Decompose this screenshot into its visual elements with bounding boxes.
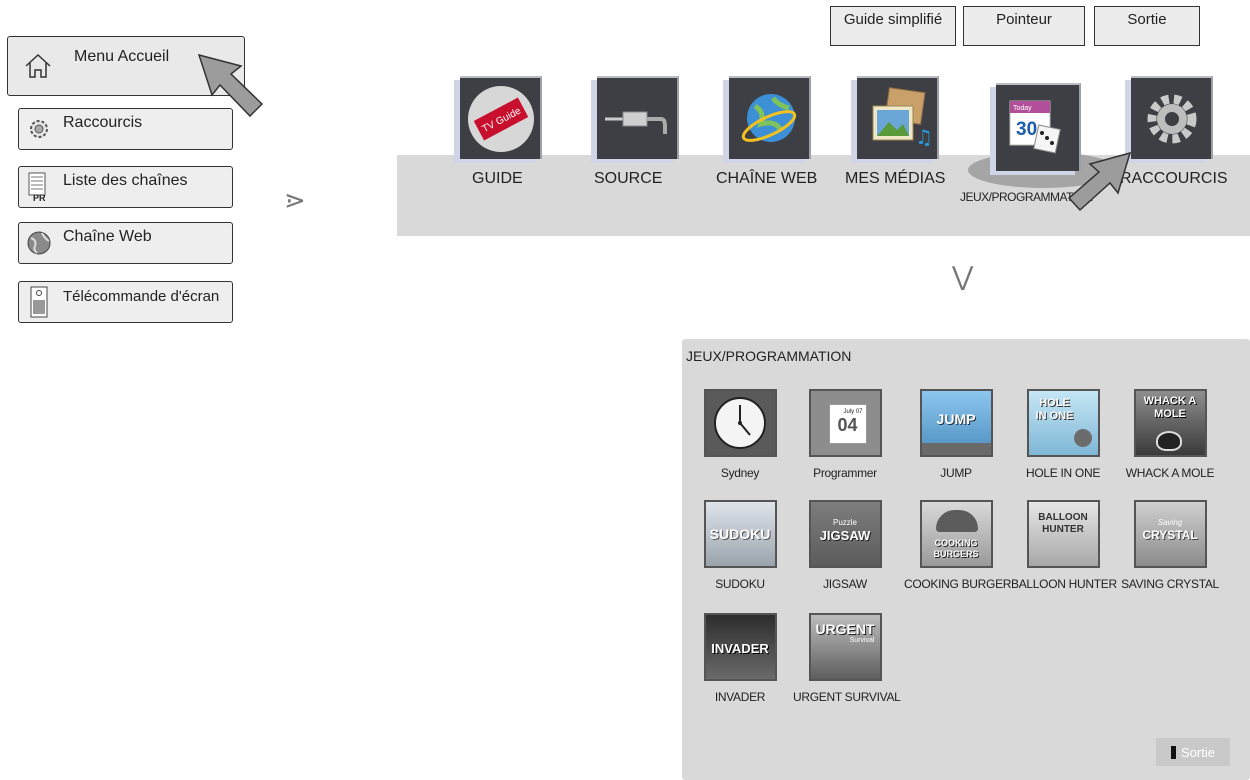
calendar-icon: July 07 04	[808, 389, 882, 457]
globe-icon	[741, 94, 797, 142]
game-label-invader: INVADER	[714, 690, 766, 704]
jigsaw-thumbnail: Puzzle JIGSAW	[808, 500, 882, 568]
game-label-hole-in-one: HOLE IN ONE	[1025, 466, 1101, 480]
game-label-sydney: Sydney	[720, 466, 760, 480]
game-jigsaw[interactable]: Puzzle JIGSAW JIGSAW	[793, 500, 897, 591]
hole-in-one-thumbnail: HOLE IN ONE	[1026, 389, 1100, 457]
menu-accueil-label: Menu Accueil	[74, 48, 170, 65]
menu-item-raccourcis-label: Raccourcis	[63, 114, 143, 131]
pointer-cursor-icon	[197, 53, 264, 118]
exit-door-icon	[1171, 745, 1177, 759]
game-sudoku[interactable]: SUDOKU SUDOKU	[688, 500, 792, 591]
menu-item-chaine-web[interactable]: Chaîne Web	[18, 222, 233, 264]
channel-list-icon: PR	[19, 172, 59, 202]
game-label-jigsaw: JIGSAW	[823, 577, 867, 591]
tv-guide-icon: TV Guide	[468, 86, 534, 152]
gear-icon	[1147, 94, 1197, 144]
menu-item-telecommande[interactable]: Télécommande d'écran	[18, 281, 233, 323]
saving-crystal-thumbnail: Saving CRYSTAL	[1133, 500, 1207, 568]
globe-icon	[19, 229, 59, 257]
urgent-survival-thumbnail: URGENT Survival	[808, 613, 882, 681]
balloon-hunter-thumbnail: BALLOON HUNTER	[1026, 500, 1100, 568]
home-icon	[8, 53, 68, 79]
svg-text:30: 30	[1016, 119, 1037, 140]
tile-chaine-web[interactable]	[729, 76, 811, 159]
cable-plug-icon	[605, 111, 667, 134]
game-jump[interactable]: JUMP JUMP	[904, 389, 1008, 480]
tile-guide[interactable]: TV Guide	[460, 76, 542, 159]
tile-label-raccourcis: RACCOURCIS	[1120, 170, 1228, 187]
media-icon: ♫	[872, 87, 933, 149]
tile-raccourcis[interactable]	[1131, 76, 1213, 159]
whack-a-mole-thumbnail: WHACK A MOLE	[1133, 389, 1207, 457]
gear-icon	[19, 116, 59, 142]
game-label-sudoku: SUDOKU	[715, 577, 765, 591]
game-sydney[interactable]: Sydney	[688, 389, 792, 480]
game-hole-in-one[interactable]: HOLE IN ONE HOLE IN ONE	[1011, 389, 1115, 480]
tile-source[interactable]	[597, 76, 679, 159]
game-label-cooking-burger: COOKING BURGER	[904, 577, 1012, 591]
down-arrow-icon: ⋁	[952, 262, 974, 292]
game-label-whack-a-mole: WHACK A MOLE	[1125, 466, 1215, 480]
tile-mes-medias[interactable]: ♫	[857, 76, 939, 159]
game-invader[interactable]: INVADER INVADER	[688, 613, 792, 704]
tile-label-mes-medias: MES MÉDIAS	[845, 170, 946, 187]
right-arrow-icon: ⋗	[284, 186, 306, 216]
calendar-dice-icon: Today 30	[1009, 100, 1061, 154]
game-label-saving-crystal: SAVING CRYSTAL	[1121, 577, 1219, 591]
menu-item-telecommande-label: Télécommande d'écran	[63, 287, 220, 305]
game-balloon-hunter[interactable]: BALLOON HUNTER BALLOON HUNTER	[1011, 500, 1117, 591]
cooking-burger-thumbnail: COOKING BURGERS	[919, 500, 993, 568]
menu-item-liste-des-chaines-label: Liste des chaînes	[63, 172, 188, 189]
game-urgent-survival[interactable]: URGENT Survival URGENT SURVIVAL	[793, 613, 901, 704]
game-label-jump: JUMP	[940, 466, 972, 480]
sortie-top-button[interactable]: Sortie	[1094, 6, 1200, 46]
menu-item-chaine-web-label: Chaîne Web	[63, 228, 152, 245]
svg-text:Today: Today	[1013, 105, 1032, 112]
remote-icon	[19, 286, 59, 318]
sortie-panel-label: Sortie	[1181, 744, 1215, 760]
pr-badge: PR	[33, 193, 46, 202]
clock-icon	[703, 389, 777, 457]
game-label-programmer: Programmer	[813, 466, 877, 480]
invader-thumbnail: INVADER	[703, 613, 777, 681]
pointer-cursor-icon	[1067, 151, 1132, 212]
sortie-panel-button[interactable]: Sortie	[1156, 738, 1230, 766]
tile-label-source: SOURCE	[594, 170, 663, 187]
tile-label-chaine-web: CHAÎNE WEB	[716, 170, 818, 187]
game-programmer[interactable]: July 07 04 Programmer	[793, 389, 897, 480]
guide-simplifie-button[interactable]: Guide simplifié	[830, 6, 956, 46]
game-whack-a-mole[interactable]: WHACK A MOLE WHACK A MOLE	[1118, 389, 1222, 480]
menu-item-liste-des-chaines[interactable]: PR Liste des chaînes	[18, 166, 233, 208]
game-cooking-burger[interactable]: COOKING BURGERS COOKING BURGER	[904, 500, 1012, 591]
game-label-urgent-survival: URGENT SURVIVAL	[793, 690, 901, 704]
svg-text:♫: ♫	[915, 125, 933, 149]
pointeur-button[interactable]: Pointeur	[963, 6, 1085, 46]
panel-title: JEUX/PROGRAMMATION	[686, 348, 852, 364]
tile-label-guide: GUIDE	[472, 170, 523, 187]
game-label-balloon-hunter: BALLOON HUNTER	[1011, 577, 1117, 591]
jump-thumbnail: JUMP	[919, 389, 993, 457]
game-saving-crystal[interactable]: Saving CRYSTAL SAVING CRYSTAL	[1118, 500, 1222, 591]
sudoku-thumbnail: SUDOKU	[703, 500, 777, 568]
